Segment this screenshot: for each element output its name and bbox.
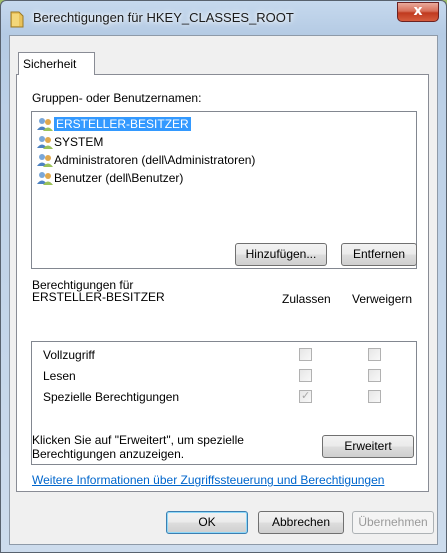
check-mark-icon: ✓ (301, 389, 311, 402)
permissions-heading-principal: ERSTELLER-BESITZER (32, 290, 165, 304)
permission-name: Lesen (43, 369, 76, 383)
add-button[interactable]: Hinzufügen... (235, 243, 327, 266)
permission-name: Spezielle Berechtigungen (43, 390, 180, 404)
cancel-button[interactable]: Abbrechen (258, 511, 344, 534)
list-item-label: Benutzer (dell\Benutzer) (54, 171, 184, 185)
user-group-icon (37, 154, 53, 167)
list-item-ersteller-besitzer[interactable]: ERSTELLER-BESITZER (32, 115, 416, 133)
advanced-hint-line1: Klicken Sie auf "Erweitert", um speziell… (32, 433, 244, 447)
deny-checkbox[interactable] (368, 348, 381, 361)
list-item-label: Administratoren (dell\Administratoren) (54, 153, 256, 167)
advanced-button[interactable]: Erweitert (322, 435, 414, 458)
list-item-administratoren[interactable]: Administratoren (dell\Administratoren) (32, 151, 416, 169)
tab-sicherheit[interactable]: Sicherheit (18, 52, 95, 75)
user-group-icon (37, 118, 53, 131)
user-group-icon (37, 136, 53, 149)
close-button[interactable]: x (397, 2, 439, 22)
permissions-dialog: Berechtigungen für HKEY_CLASSES_ROOT x S… (0, 0, 447, 553)
window-title: Berechtigungen für HKEY_CLASSES_ROOT (33, 10, 294, 25)
advanced-hint: Klicken Sie auf "Erweitert", um speziell… (32, 433, 244, 461)
title-bar[interactable]: Berechtigungen für HKEY_CLASSES_ROOT x (1, 1, 446, 35)
info-link[interactable]: Weitere Informationen über Zugriffssteue… (32, 473, 384, 487)
allow-checkbox[interactable] (299, 369, 312, 382)
dialog-body: Sicherheit Gruppen- oder Benutzernamen: … (9, 35, 438, 545)
permission-row-spezielle: Spezielle Berechtigungen ✓ (32, 388, 416, 406)
list-item-label: SYSTEM (54, 135, 104, 149)
apply-button: Übernehmen (352, 511, 434, 534)
permissions-heading: Berechtigungen für ERSTELLER-BESITZER (32, 279, 165, 303)
allow-column-header: Zulassen (282, 292, 331, 306)
allow-checkbox[interactable] (299, 348, 312, 361)
ok-button[interactable]: OK (166, 511, 248, 534)
deny-column-header: Verweigern (352, 292, 413, 306)
allow-checkbox[interactable]: ✓ (299, 389, 312, 403)
deny-checkbox[interactable] (368, 390, 381, 403)
list-item-label: ERSTELLER-BESITZER (54, 117, 191, 131)
deny-checkbox[interactable] (368, 369, 381, 382)
user-group-icon (37, 172, 53, 185)
remove-button[interactable]: Entfernen (341, 243, 417, 266)
permission-name: Vollzugriff (43, 348, 95, 362)
list-item-benutzer[interactable]: Benutzer (dell\Benutzer) (32, 169, 416, 187)
permission-row-lesen: Lesen (32, 367, 416, 385)
groups-label: Gruppen- oder Benutzernamen: (32, 91, 202, 105)
registry-key-icon (10, 11, 24, 28)
permission-row-vollzugriff: Vollzugriff (32, 346, 416, 364)
list-item-system[interactable]: SYSTEM (32, 133, 416, 151)
advanced-hint-line2: Berechtigungen anzuzeigen. (32, 447, 185, 461)
